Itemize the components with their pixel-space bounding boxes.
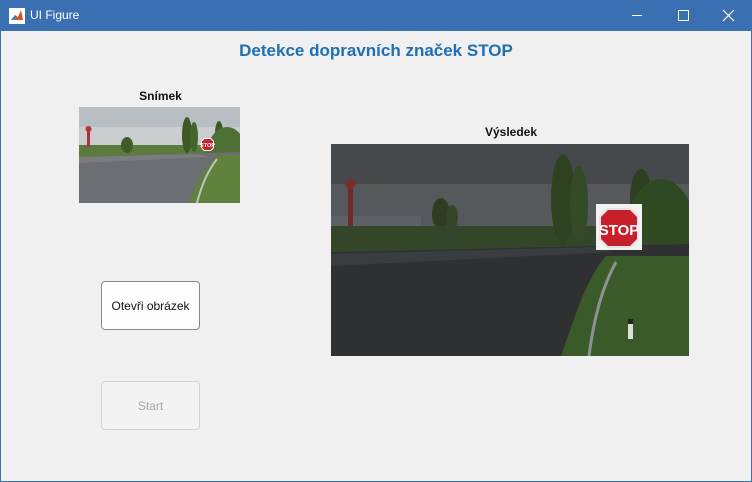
close-button[interactable] — [706, 0, 752, 31]
app-window: UI Figure Detekce dopravních značek STOP… — [0, 0, 752, 482]
maximize-icon — [678, 10, 689, 21]
result-image-label: Výsledek — [484, 125, 538, 139]
minimize-icon — [632, 15, 642, 16]
stop-sign-text: STOP — [599, 222, 640, 239]
matlab-icon — [9, 8, 25, 24]
figure-content: Detekce dopravních značek STOP Snímek ST… — [1, 31, 751, 481]
title-bar[interactable]: UI Figure — [0, 0, 752, 31]
stop-sign-text: STOP — [200, 143, 215, 149]
start-button[interactable]: Start — [101, 381, 200, 430]
page-title: Detekce dopravních značek STOP — [239, 41, 513, 60]
input-image: STOP — [79, 107, 240, 203]
close-icon — [722, 9, 735, 22]
open-image-button[interactable]: Otevři obrázek — [101, 281, 200, 330]
minimize-button[interactable] — [614, 0, 660, 31]
result-image: STOP — [331, 144, 689, 356]
maximize-button[interactable] — [660, 0, 706, 31]
input-image-label: Snímek — [139, 89, 182, 103]
window-title: UI Figure — [30, 8, 80, 22]
